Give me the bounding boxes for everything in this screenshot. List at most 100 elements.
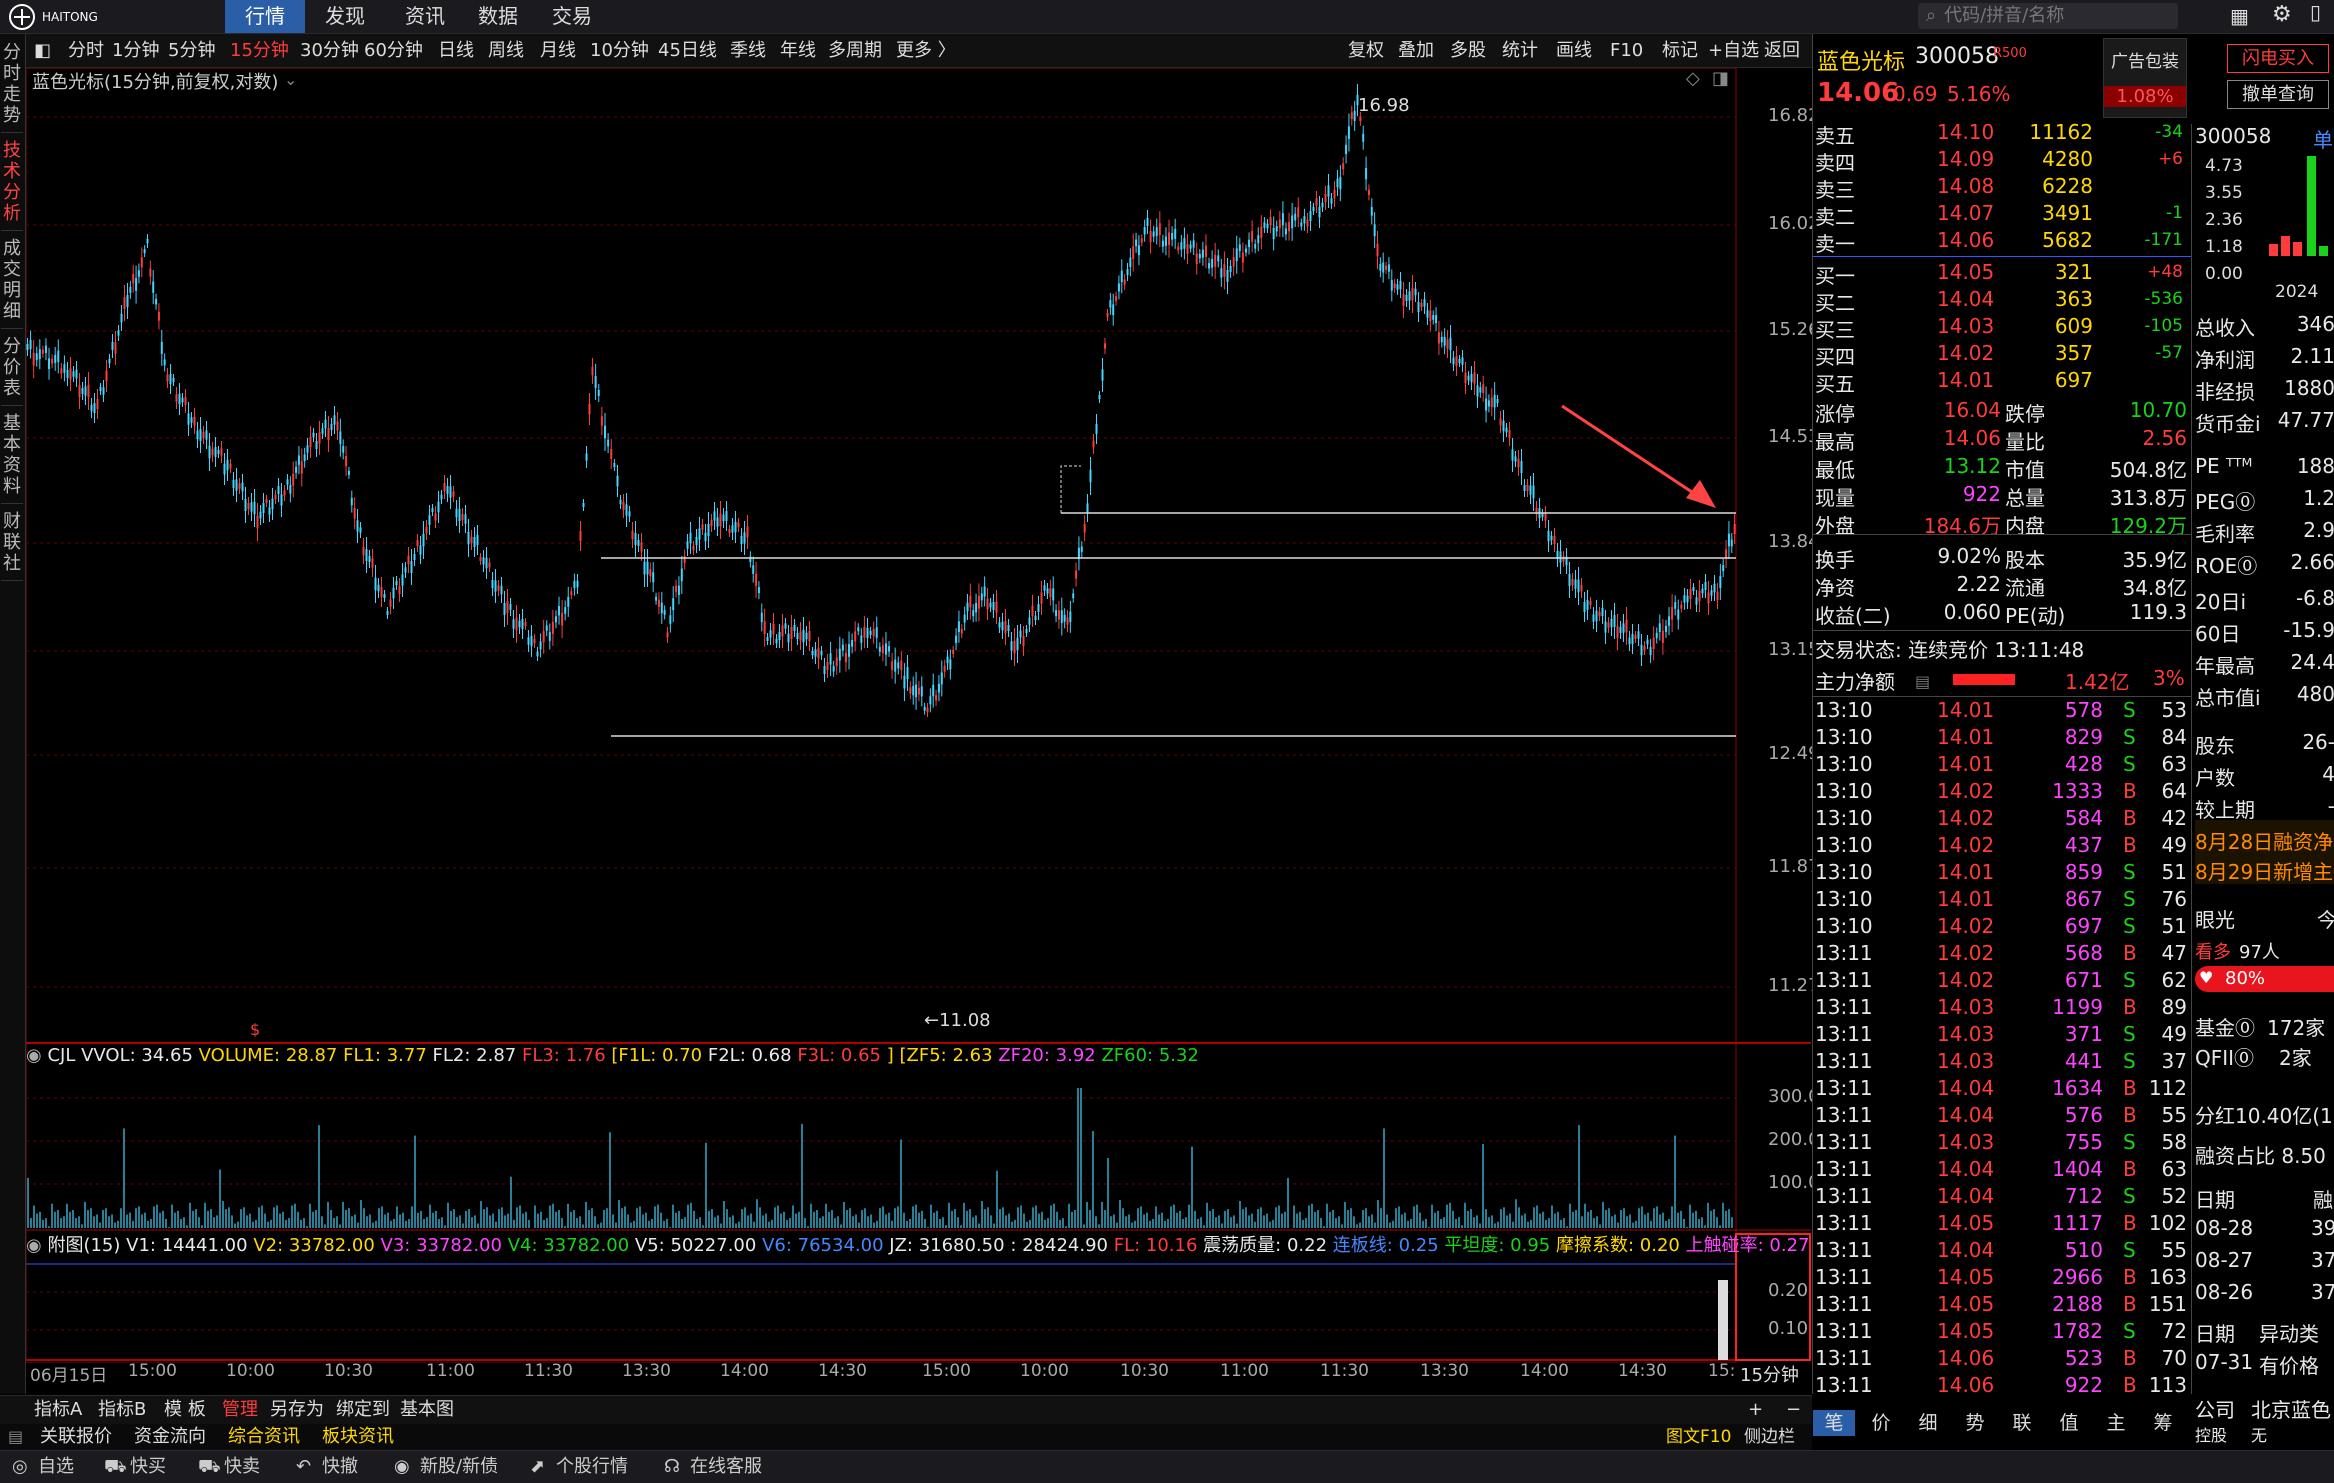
period-13[interactable]: 多周期: [828, 34, 882, 67]
status-item-2[interactable]: 快卖: [224, 1451, 260, 1483]
sidebar-toggle[interactable]: 侧边栏: [1744, 1424, 1795, 1450]
zoom-out-icon[interactable]: −: [1786, 1396, 1801, 1424]
status-item-0[interactable]: 自选: [38, 1451, 74, 1483]
period-7[interactable]: 周线: [488, 34, 524, 67]
period-8[interactable]: 月线: [540, 34, 576, 67]
period-12[interactable]: 年线: [780, 34, 816, 67]
sell-price[interactable]: 14.10: [1937, 120, 1994, 144]
period-4[interactable]: 30分钟: [300, 34, 359, 67]
menu-market[interactable]: 行情: [225, 0, 305, 33]
left-tab-3[interactable]: 分价表: [1, 330, 23, 406]
tick-tab-7[interactable]: 筹: [2142, 1410, 2184, 1436]
period-14[interactable]: 更多 〉: [896, 34, 956, 67]
period-3[interactable]: 15分钟: [230, 34, 289, 67]
panel-toggle-icon[interactable]: ◧: [34, 34, 51, 67]
tick-tab-0[interactable]: 笔: [1813, 1410, 1855, 1436]
buy-price[interactable]: 14.01: [1937, 368, 1994, 392]
tick-tab-4[interactable]: 联: [2001, 1410, 2043, 1436]
layout-icon[interactable]: ◨: [1712, 68, 1729, 89]
period-0[interactable]: 分时: [68, 34, 104, 67]
indicator-tool-4[interactable]: 另存为: [270, 1396, 324, 1424]
indicator-tool-3[interactable]: 管理: [222, 1396, 258, 1424]
indicator-tool-2[interactable]: 模 板: [164, 1396, 206, 1424]
period-11[interactable]: 季线: [730, 34, 766, 67]
doc-icon[interactable]: ▤: [1915, 672, 1930, 691]
left-tab-5[interactable]: 财联社: [1, 505, 23, 581]
tick-tab-1[interactable]: 价: [1860, 1410, 1902, 1436]
tool-0[interactable]: 复权: [1348, 34, 1384, 67]
period-10[interactable]: 45日线: [658, 34, 717, 67]
search-input[interactable]: ⌕ 代码/拼音/名称: [1918, 3, 2178, 29]
tool-8[interactable]: 返回: [1764, 34, 1800, 67]
indicator-tool-0[interactable]: 指标A: [34, 1396, 82, 1424]
zoom-in-icon[interactable]: +: [1748, 1396, 1763, 1424]
tick-tab-3[interactable]: 势: [1954, 1410, 1996, 1436]
candle-body: [347, 470, 350, 475]
buy-price[interactable]: 14.05: [1937, 260, 1994, 284]
stat-value: 313.8万: [2109, 486, 2187, 510]
tick-tab-2[interactable]: 细: [1907, 1410, 1949, 1436]
tool-2[interactable]: 多股: [1450, 34, 1486, 67]
menu-data[interactable]: 数据: [463, 0, 533, 33]
sell-price[interactable]: 14.08: [1937, 174, 1994, 198]
tool-4[interactable]: 画线: [1556, 34, 1592, 67]
status-item-4[interactable]: 新股/新债: [420, 1451, 498, 1483]
status-item-6[interactable]: 在线客服: [690, 1451, 762, 1483]
tick-tab-5[interactable]: 值: [2048, 1410, 2090, 1436]
info-link-3[interactable]: 板块资讯: [322, 1424, 394, 1450]
diamond-icon[interactable]: ◇: [1686, 68, 1700, 89]
tick-tab-6[interactable]: 主: [2095, 1410, 2137, 1436]
tick-count: 112: [2148, 1076, 2187, 1100]
sell-price[interactable]: 14.09: [1937, 147, 1994, 171]
indicator-tool-6[interactable]: 基本图: [400, 1396, 454, 1424]
menu-discover[interactable]: 发现: [310, 0, 380, 33]
candle-body: [259, 511, 262, 519]
ad-box[interactable]: 广告包装 1.08%: [2103, 38, 2187, 118]
buy-price[interactable]: 14.02: [1937, 341, 1994, 365]
tool-3[interactable]: 统计: [1502, 34, 1538, 67]
indicator-tool-5[interactable]: 绑定到: [336, 1396, 390, 1424]
f10-link[interactable]: 图文F10: [1666, 1424, 1731, 1450]
chevron-down-icon[interactable]: ⌄: [284, 70, 297, 89]
buy-price[interactable]: 14.03: [1937, 314, 1994, 338]
tool-7[interactable]: +自选: [1708, 34, 1759, 67]
flash-buy-button[interactable]: 闪电买入: [2227, 44, 2329, 73]
period-6[interactable]: 日线: [438, 34, 474, 67]
grid-icon[interactable]: ▦: [2230, 4, 2249, 28]
period-9[interactable]: 10分钟: [590, 34, 649, 67]
buy-price[interactable]: 14.04: [1937, 287, 1994, 311]
candle-body: [1722, 565, 1725, 571]
status-item-5[interactable]: 个股行情: [556, 1451, 628, 1483]
period-1[interactable]: 1分钟: [112, 34, 159, 67]
status-item-3[interactable]: 快撤: [322, 1451, 358, 1483]
left-tab-2[interactable]: 成交明细: [1, 232, 23, 329]
tool-1[interactable]: 叠加: [1398, 34, 1434, 67]
candle-body: [960, 628, 963, 634]
period-5[interactable]: 60分钟: [364, 34, 423, 67]
side-unit[interactable]: 单: [2313, 124, 2333, 153]
collapse-icon[interactable]: ◉: [26, 1235, 42, 1256]
sell-price[interactable]: 14.07: [1937, 201, 1994, 225]
collapse-icon[interactable]: ◉: [26, 1045, 42, 1066]
side-news-2[interactable]: 8月29日新增主: [2195, 856, 2333, 885]
tool-6[interactable]: 标记: [1662, 34, 1698, 67]
candle-body: [1040, 592, 1043, 604]
side-news-1[interactable]: 8月28日融资净: [2195, 826, 2333, 855]
cancel-query-button[interactable]: 撤单查询: [2227, 80, 2329, 109]
left-tab-1[interactable]: 技术分析: [1, 134, 23, 231]
tool-5[interactable]: F10: [1610, 34, 1643, 67]
gear-icon[interactable]: ⚙: [2272, 2, 2292, 27]
left-tab-0[interactable]: 分时走势: [1, 36, 23, 133]
info-link-1[interactable]: 资金流向: [134, 1424, 206, 1450]
sell-price[interactable]: 14.06: [1937, 228, 1994, 252]
window-icon[interactable]: ▯: [2310, 0, 2321, 24]
indicator-tool-1[interactable]: 指标B: [98, 1396, 146, 1424]
period-2[interactable]: 5分钟: [168, 34, 215, 67]
info-link-2[interactable]: 综合资讯: [228, 1424, 300, 1450]
menu-news[interactable]: 资讯: [390, 0, 460, 33]
status-item-1[interactable]: 快买: [130, 1451, 166, 1483]
menu-trade[interactable]: 交易: [537, 0, 607, 33]
left-tab-4[interactable]: 基本资料: [1, 407, 23, 504]
kline-chart-area[interactable]: 蓝色光标(15分钟,前复权,对数) ⌄ ◇ ◨ 16.98 ←11.08 $ 1…: [26, 68, 1820, 1386]
info-link-0[interactable]: 关联报价: [40, 1424, 112, 1450]
